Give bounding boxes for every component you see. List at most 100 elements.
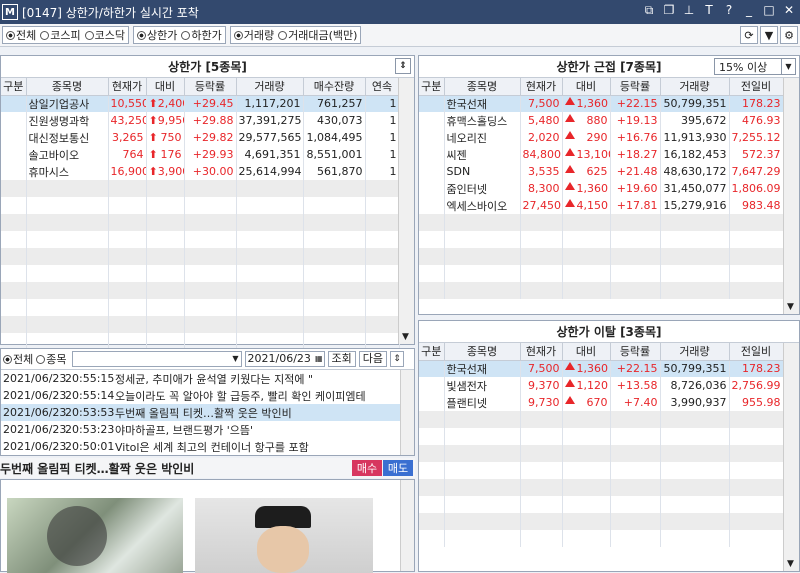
empty-cell: [303, 299, 366, 316]
dropdown-icon[interactable]: ▼: [760, 26, 778, 44]
upper-limit-scrollbar[interactable]: ▼: [398, 78, 414, 344]
empty-cell: [562, 231, 611, 248]
col-price: 현재가: [520, 78, 563, 96]
news-scrollbar[interactable]: [400, 370, 414, 455]
table-row[interactable]: 휴맥스홀딩스 5,480 880 +19.13 395,672 476.93: [419, 112, 784, 129]
table-row[interactable]: 한국선재 7,500 1,360 +22.15 50,799,351 178.23: [419, 95, 784, 112]
settings-icon[interactable]: ⚙: [780, 26, 798, 44]
cell-type: [419, 129, 445, 146]
table-row[interactable]: [1, 231, 400, 248]
table-row[interactable]: [419, 496, 784, 513]
table-row[interactable]: [1, 316, 400, 333]
link-icon[interactable]: ⧉: [642, 3, 656, 18]
table-row[interactable]: 진원생명과학43,250⬆9,950+29.8837,391,275430,07…: [1, 112, 400, 129]
table-row[interactable]: [1, 299, 400, 316]
table-row[interactable]: [419, 265, 784, 282]
table-row[interactable]: 삼일기업공사10,550⬆2,400+29.451,117,201761,257…: [1, 95, 400, 112]
cell-type: [419, 180, 445, 197]
table-row[interactable]: 네오리진 2,020 290 +16.76 11,913,930 7,255.12: [419, 129, 784, 146]
threshold-select[interactable]: 15% 이상 ▼: [714, 58, 796, 75]
next-button[interactable]: 다음: [358, 351, 387, 367]
table-row[interactable]: 엑세스바이오 27,450 4,150 +17.81 15,279,916 983.48: [419, 197, 784, 214]
news-row[interactable]: 2021/06/23 20:50:01 Vitol은 세계 최고의 컨테이너 항구를…: [1, 438, 414, 455]
table-row[interactable]: [1, 282, 400, 299]
near-limit-table: 구분 종목명 현재가 대비 등락률 거래량 전일비 한국선재 7,500 1,360…: [419, 78, 784, 299]
table-row[interactable]: [419, 231, 784, 248]
table-row[interactable]: 줌인터넷 8,300 1,360 +19.60 31,450,077 1,806.09: [419, 180, 784, 197]
empty-cell: [610, 462, 661, 479]
radio-news-all[interactable]: 전체: [3, 351, 33, 367]
pin-icon[interactable]: ⊥: [682, 3, 696, 18]
sell-button[interactable]: 매도: [383, 460, 413, 476]
news-sort-icon[interactable]: ⇕: [390, 351, 404, 367]
news-row[interactable]: 2021/06/23 20:53:23 야마하골프, 브랜드평가 '으뜸': [1, 421, 414, 438]
cell-price: 5,480: [520, 112, 563, 129]
filter-toolbar: 전체 코스피 코스닥 상한가 하한가 거래량 거래대금(백만) ⟳ ▼ ⚙: [0, 24, 800, 47]
news-date: 2021/06/23: [3, 372, 67, 385]
radio-news-stock[interactable]: 종목: [36, 351, 67, 367]
table-row[interactable]: 빛샘전자 9,370 1,120 +13.58 8,726,036 2,756.99: [419, 377, 784, 394]
table-row[interactable]: [419, 282, 784, 299]
table-row[interactable]: [419, 513, 784, 530]
refresh-icon[interactable]: ⟳: [740, 26, 758, 44]
maximize-icon[interactable]: □: [762, 3, 776, 18]
table-row[interactable]: [419, 445, 784, 462]
table-row[interactable]: [419, 462, 784, 479]
buy-button[interactable]: 매수: [352, 460, 382, 476]
cell-prev: 476.93: [729, 112, 784, 129]
radio-upper-limit[interactable]: 상한가: [137, 27, 177, 43]
empty-cell: [729, 231, 784, 248]
col-volume: 거래량: [236, 78, 304, 96]
news-row[interactable]: 2021/06/23 20:55:15 정세균, 추미애가 윤석열 키웠다는 지적에…: [1, 370, 414, 387]
table-row[interactable]: [419, 530, 784, 547]
off-limit-scrollbar[interactable]: ▼: [783, 343, 799, 571]
table-row[interactable]: [1, 180, 400, 197]
table-row[interactable]: [1, 214, 400, 231]
table-row[interactable]: [419, 428, 784, 445]
table-row[interactable]: [1, 265, 400, 282]
help-icon[interactable]: ?: [722, 3, 736, 18]
chevron-down-icon[interactable]: ▼: [781, 59, 795, 74]
up-triangle-icon: [564, 362, 575, 371]
col-volume: 거래량: [660, 343, 730, 361]
close-icon[interactable]: ✕: [782, 3, 796, 18]
table-row[interactable]: 휴마시스16,900⬆3,900+30.0025,614,994561,8701: [1, 163, 400, 180]
minimize-icon[interactable]: _: [742, 3, 756, 18]
cell-type: [1, 146, 27, 163]
radio-kosdaq[interactable]: 코스닥: [84, 27, 125, 43]
table-row[interactable]: [1, 248, 400, 265]
table-row[interactable]: 씨젠84,800 13,100+18.2716,182,453572.37: [419, 146, 784, 163]
font-icon[interactable]: T: [702, 3, 716, 18]
cell-type: [1, 163, 27, 180]
news-toolbar: 전체 종목 ▼ 2021/06/23 ▦ 조회 다음 ⇕: [1, 349, 414, 370]
news-time: 20:50:01: [65, 440, 115, 453]
table-row[interactable]: [419, 479, 784, 496]
radio-amount[interactable]: 거래대금(백만): [278, 27, 357, 43]
near-limit-scrollbar[interactable]: ▼: [783, 78, 799, 314]
radio-volume[interactable]: 거래량: [233, 27, 274, 43]
sort-icon[interactable]: ⇕: [395, 58, 411, 74]
radio-kospi[interactable]: 코스피: [40, 27, 81, 43]
empty-cell: [729, 479, 784, 496]
table-row[interactable]: 솔고바이오 764 ⬆ 176 +29.93 4,691,351 8,551,001 1: [1, 146, 400, 163]
date-field[interactable]: 2021/06/23 ▦: [244, 351, 325, 367]
stock-search-input[interactable]: ▼: [71, 351, 242, 367]
table-row[interactable]: SDN 3,535 625 +21.48 48,630,172 7,647.29: [419, 163, 784, 180]
table-row[interactable]: 한국선재 7,500 1,360 +22.15 50,799,351 178.23: [419, 360, 784, 377]
empty-cell: [108, 180, 147, 197]
table-row[interactable]: [419, 411, 784, 428]
table-row[interactable]: 대신정보통신 3,265 ⬆ 750 +29.82 29,577,565 1,084,495…: [1, 129, 400, 146]
radio-all[interactable]: 전체: [6, 27, 36, 43]
news-row[interactable]: 2021/06/23 20:55:14 오늘이라도 꼭 알아야 할 급등주, 빨리 …: [1, 387, 414, 404]
article-scrollbar[interactable]: [400, 480, 414, 571]
table-row[interactable]: [419, 248, 784, 265]
radio-lower-limit[interactable]: 하한가: [181, 27, 222, 43]
basis-filter: 거래량 거래대금(백만): [229, 26, 362, 44]
table-row[interactable]: [419, 214, 784, 231]
search-button[interactable]: 조회: [327, 351, 356, 367]
table-row[interactable]: 플랜티넷 9,730 670 +7.40 3,990,937 955.98: [419, 394, 784, 411]
table-row[interactable]: [1, 197, 400, 214]
copy-icon[interactable]: ❐: [662, 3, 676, 18]
news-row[interactable]: 2021/06/23 20:53:53 두번째 올림픽 티켓…활짝 웃은 박인비: [1, 404, 414, 421]
empty-cell: [26, 282, 109, 299]
